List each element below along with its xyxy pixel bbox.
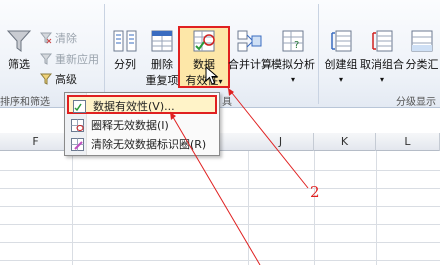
grid-line — [0, 170, 440, 171]
text-to-columns-icon — [113, 30, 137, 52]
filter-funnel-icon — [6, 30, 32, 52]
text-to-columns-button[interactable]: 分列 — [108, 28, 142, 72]
reapply-filter-icon — [39, 53, 53, 65]
grid-line — [0, 206, 440, 207]
mouse-pointer-icon — [205, 66, 219, 85]
clear-validation-circles-icon — [71, 138, 84, 151]
ungroup-rows-icon — [372, 30, 393, 52]
remove-duplicates-button[interactable]: 删除 重复项 — [144, 28, 180, 88]
grid-line — [248, 151, 249, 265]
column-header-f[interactable]: F — [0, 133, 72, 151]
what-if-analysis-button[interactable]: ? 模拟分析 ▾ — [270, 28, 316, 85]
data-validation-dropdown-menu: 数据有效性(V)... 圈释无效数据(I) 清除无效数据标识圈(R) — [64, 92, 220, 156]
dropdown-arrow-icon: ▾ — [379, 75, 384, 84]
clear-filter-icon — [39, 32, 53, 44]
grid-line — [72, 151, 73, 265]
grid-line — [0, 188, 440, 189]
svg-text:?: ? — [294, 40, 299, 51]
menu-item-clear-validation-circles[interactable]: 清除无效数据标识圈(R) — [67, 135, 217, 154]
circle-invalid-data-icon — [71, 119, 84, 132]
what-if-analysis-icon: ? — [282, 30, 304, 52]
group-label-sort-filter: 排序和筛选 — [0, 97, 50, 108]
column-header-l[interactable]: L — [376, 133, 440, 151]
column-header-k[interactable]: K — [314, 133, 376, 151]
group-separator — [318, 4, 319, 104]
grid-line — [0, 242, 440, 243]
data-validation-icon — [73, 100, 86, 113]
grid-line — [376, 151, 377, 265]
dropdown-arrow-icon: ▾ — [218, 77, 223, 86]
subtotal-button[interactable]: 分类汇 — [404, 28, 440, 72]
group-separator — [104, 4, 105, 104]
consolidate-button[interactable]: 合并计算 — [228, 28, 272, 72]
menu-item-circle-invalid-data[interactable]: 圈释无效数据(I) — [67, 116, 217, 135]
dropdown-arrow-icon: ▾ — [338, 75, 343, 84]
filter-button[interactable]: 筛选 — [2, 28, 36, 72]
reapply-button[interactable]: 重新应用 — [39, 51, 99, 67]
grid-line — [314, 151, 315, 265]
data-validation-button[interactable]: 数据 有效性▾ — [180, 28, 228, 88]
grid-line — [0, 224, 440, 225]
dropdown-arrow-icon: ▾ — [290, 75, 295, 84]
subtotal-icon — [411, 30, 433, 52]
column-header-j[interactable]: J — [248, 133, 314, 151]
group-label-outline: 分级显示 — [396, 97, 436, 108]
data-validation-icon — [193, 30, 215, 52]
remove-duplicates-icon — [151, 30, 173, 52]
annotation-step-number: 2 — [310, 183, 320, 201]
advanced-button[interactable]: 高级 — [39, 71, 77, 87]
grid-line — [0, 260, 440, 261]
consolidate-icon — [237, 30, 262, 52]
menu-item-data-validation[interactable]: 数据有效性(V)... — [67, 95, 217, 114]
group-button[interactable]: 创建组 ▾ — [322, 28, 360, 85]
group-rows-icon — [331, 30, 352, 52]
ungroup-button[interactable]: 取消组合 ▾ — [360, 28, 404, 85]
group-label-data-tools: 具 — [222, 97, 232, 108]
clear-button[interactable]: 清除 — [39, 30, 77, 46]
advanced-filter-icon — [39, 73, 53, 85]
